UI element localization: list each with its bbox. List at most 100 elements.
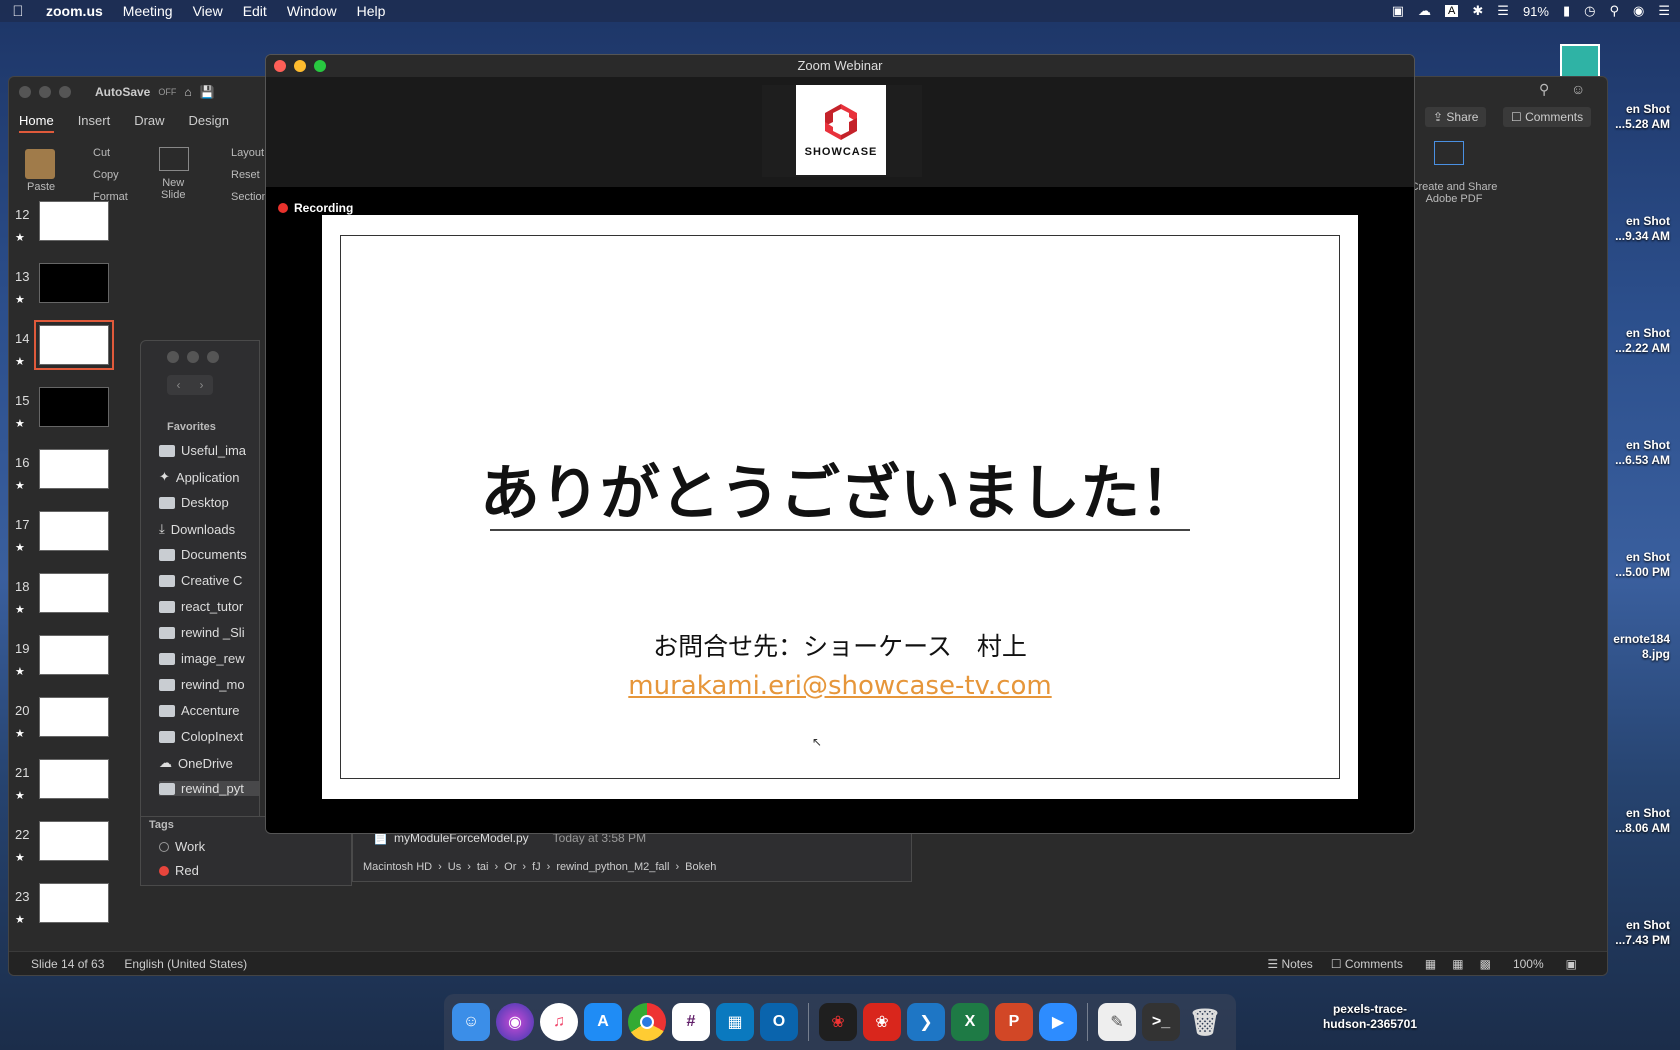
slide-thumb-image[interactable] — [39, 449, 109, 489]
reset-button[interactable]: Reset — [231, 169, 260, 181]
chrome-icon[interactable] — [628, 1003, 666, 1041]
excel-icon[interactable]: X — [951, 1003, 989, 1041]
speaker-video[interactable]: SHOWCASE — [762, 85, 922, 177]
sidebar-item[interactable]: ☁ OneDrive — [159, 755, 233, 771]
acrobat-reader-icon[interactable]: ❀ — [863, 1003, 901, 1041]
sidebar-item-selected[interactable]: rewind_pyt — [159, 781, 259, 796]
vscode-icon[interactable]: ❯ — [907, 1003, 945, 1041]
save-icon[interactable]: 💾 — [200, 85, 215, 99]
recording-indicator[interactable]: Recording — [278, 201, 353, 215]
sidebar-item[interactable]: Useful_ima — [159, 443, 246, 458]
tab-design[interactable]: Design — [189, 113, 229, 133]
minimize-button[interactable] — [187, 351, 199, 363]
tab-home[interactable]: Home — [19, 113, 54, 133]
layout-button[interactable]: Layout — [231, 147, 264, 159]
close-button[interactable] — [19, 86, 31, 98]
slide-thumb-image[interactable] — [39, 821, 109, 861]
preview-icon[interactable]: ✎ — [1098, 1003, 1136, 1041]
slide-thumb-image[interactable] — [39, 387, 109, 427]
battery-percent[interactable]: 91% — [1523, 4, 1549, 19]
sidebar-item[interactable]: Desktop — [159, 495, 229, 510]
section-button[interactable]: Section — [231, 191, 268, 203]
path-item[interactable]: Bokeh — [685, 861, 716, 873]
status-comments-button[interactable]: ☐ Comments — [1331, 957, 1403, 971]
close-button[interactable] — [167, 351, 179, 363]
forward-icon[interactable]: › — [200, 378, 204, 392]
slide-thumb-row[interactable]: 22 ★ — [9, 821, 131, 881]
normal-view-icon[interactable]: ▦ — [1425, 957, 1436, 971]
slide-thumb-image[interactable] — [39, 201, 109, 241]
language-indicator[interactable]: English (United States) — [124, 957, 247, 971]
siri-icon[interactable]: ◉ — [1633, 3, 1644, 19]
battery-icon[interactable]: ▮ — [1563, 3, 1570, 19]
slide-thumb-image[interactable] — [39, 635, 109, 675]
zoom-level[interactable]: 100% — [1513, 957, 1544, 971]
tag-item[interactable]: Red — [159, 863, 199, 878]
paste-button[interactable]: Paste — [27, 181, 55, 193]
zoom-button[interactable] — [314, 60, 326, 72]
close-button[interactable] — [274, 60, 286, 72]
home-icon[interactable]: ⌂ — [184, 85, 191, 99]
paste-icon[interactable] — [25, 149, 55, 179]
create-share-pdf-button[interactable]: Create and Share Adobe PDF — [1409, 181, 1499, 205]
acrobat-icon[interactable]: ❀ — [819, 1003, 857, 1041]
slide-email-link[interactable]: murakami.eri@showcase-tv.com — [322, 671, 1358, 701]
slide-thumb-row[interactable]: 17 ★ — [9, 511, 131, 571]
path-item[interactable]: Macintosh HD — [363, 861, 432, 873]
path-item[interactable]: tai — [477, 861, 489, 873]
menu-edit[interactable]: Edit — [233, 3, 277, 19]
sidebar-item[interactable]: ✦ Application — [159, 469, 240, 485]
sidebar-item[interactable]: Accenture — [159, 703, 240, 718]
smiley-icon[interactable]: ☺ — [1571, 81, 1585, 97]
terminal-icon[interactable]: >_ — [1142, 1003, 1180, 1041]
minimize-button[interactable] — [39, 86, 51, 98]
slideshow-icon[interactable]: ▩ — [1480, 957, 1491, 971]
path-item[interactable]: Or — [504, 861, 516, 873]
menu-window[interactable]: Window — [277, 3, 347, 19]
music-icon[interactable]: ♫ — [540, 1003, 578, 1041]
sidebar-item[interactable]: Documents — [159, 547, 247, 562]
search-icon[interactable]: ⚲ — [1539, 81, 1549, 98]
powerpoint-icon[interactable]: P — [995, 1003, 1033, 1041]
slack-icon[interactable]: # — [672, 1003, 710, 1041]
tab-draw[interactable]: Draw — [134, 113, 164, 133]
zoom-button[interactable] — [207, 351, 219, 363]
back-icon[interactable]: ‹ — [177, 378, 181, 392]
slide-thumb-row[interactable]: 15 ★ — [9, 387, 131, 447]
wifi-icon[interactable]: ☰ — [1497, 3, 1509, 19]
minimize-button[interactable] — [294, 60, 306, 72]
cut-button[interactable]: Cut — [93, 147, 110, 159]
slide-thumb-image[interactable] — [39, 573, 109, 613]
sidebar-item[interactable]: rewind _Sli — [159, 625, 245, 640]
sidebar-item[interactable]: react_tutor — [159, 599, 243, 614]
menu-meeting[interactable]: Meeting — [113, 3, 183, 19]
sidebar-item[interactable]: rewind_mo — [159, 677, 245, 692]
sidebar-item[interactable]: Creative C — [159, 573, 242, 588]
slide-thumb-row[interactable]: 19 ★ — [9, 635, 131, 695]
path-item[interactable]: Us — [448, 861, 461, 873]
pdf-icon[interactable] — [1434, 141, 1464, 165]
trello-icon[interactable]: ▦ — [716, 1003, 754, 1041]
slide-thumb-image[interactable] — [39, 511, 109, 551]
zoom-icon[interactable]: ▶ — [1039, 1003, 1077, 1041]
slide-thumb-row[interactable]: 16 ★ — [9, 449, 131, 509]
bluetooth-icon[interactable]: ✱ — [1472, 3, 1483, 19]
menu-view[interactable]: View — [183, 3, 233, 19]
trash-icon[interactable]: 🗑 — [1186, 1003, 1224, 1041]
share-button[interactable]: ⇪ Share — [1425, 107, 1487, 127]
sidebar-item[interactable]: ⤓ Downloads — [159, 521, 235, 537]
tag-item[interactable]: Work — [159, 839, 205, 854]
notification-center-icon[interactable]: ☰ — [1658, 3, 1670, 19]
path-item[interactable]: rewind_python_M2_fall — [556, 861, 669, 873]
slide-thumb-row[interactable]: 18 ★ — [9, 573, 131, 633]
tab-insert[interactable]: Insert — [78, 113, 111, 133]
sidebar-item[interactable]: image_rew — [159, 651, 245, 666]
fit-window-icon[interactable]: ▣ — [1566, 957, 1577, 971]
new-slide-icon[interactable] — [159, 147, 189, 171]
autosave-toggle[interactable]: OFF — [158, 87, 176, 97]
apple-icon[interactable]:  — [0, 3, 36, 20]
slide-thumb-image[interactable] — [34, 320, 114, 370]
slide-thumb-image[interactable] — [39, 697, 109, 737]
path-item[interactable]: fJ — [532, 861, 541, 873]
time-machine-icon[interactable]: ◷ — [1584, 3, 1595, 19]
